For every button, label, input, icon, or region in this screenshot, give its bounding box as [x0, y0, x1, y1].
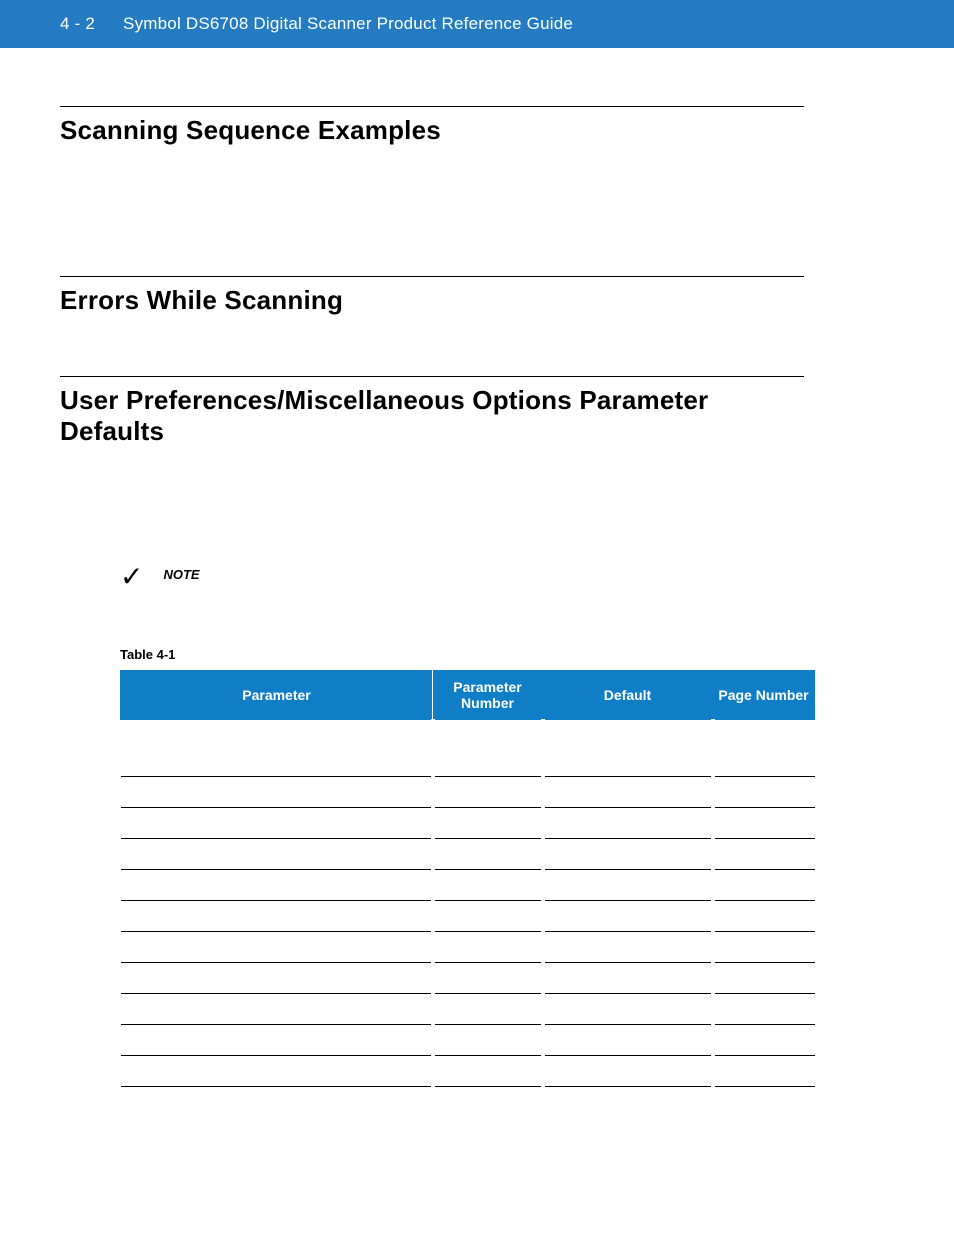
table-cell — [433, 1025, 543, 1056]
table-cell — [543, 1056, 713, 1087]
checkmark-icon: ✓ — [120, 567, 143, 587]
table-cell — [543, 994, 713, 1025]
table-cell — [121, 1025, 433, 1056]
table-cell — [713, 1025, 815, 1056]
page-header-bar: 4 - 2 Symbol DS6708 Digital Scanner Prod… — [0, 0, 954, 48]
table-cell — [543, 963, 713, 994]
table-cell — [713, 839, 815, 870]
table-row — [121, 746, 815, 777]
table-row — [121, 901, 815, 932]
note-label: NOTE — [163, 567, 199, 582]
table-cell — [543, 839, 713, 870]
table-cell — [121, 1056, 433, 1087]
table-cell — [543, 932, 713, 963]
table-row — [121, 1025, 815, 1056]
table-cell — [121, 777, 433, 808]
table-cell — [433, 901, 543, 932]
table-cell — [121, 746, 433, 777]
table-cell — [543, 901, 713, 932]
table-cell — [121, 808, 433, 839]
section-rule — [60, 276, 804, 277]
table-caption: Table 4-1 — [120, 647, 804, 662]
table-cell — [713, 901, 815, 932]
table-container: Table 4-1 Parameter Parameter Number Def… — [120, 647, 804, 1087]
table-cell — [121, 932, 433, 963]
table-cell — [713, 1056, 815, 1087]
page-number: 4 - 2 — [60, 14, 95, 34]
heading-scanning-sequence-examples: Scanning Sequence Examples — [60, 115, 804, 146]
table-cell — [713, 777, 815, 808]
section-rule — [60, 106, 804, 107]
table-cell — [713, 963, 815, 994]
table-cell — [713, 870, 815, 901]
col-header-parameter: Parameter — [121, 671, 433, 720]
table-cell — [543, 808, 713, 839]
table-cell — [433, 746, 543, 777]
table-row — [121, 994, 815, 1025]
table-cell — [433, 1056, 543, 1087]
table-header-row: Parameter Parameter Number Default Page … — [121, 671, 815, 720]
col-header-page-number: Page Number — [713, 671, 815, 720]
table-cell — [543, 720, 713, 746]
page-content: Scanning Sequence Examples Errors While … — [0, 106, 954, 1087]
table-cell — [543, 746, 713, 777]
table-row — [121, 932, 815, 963]
table-cell — [433, 777, 543, 808]
table-cell — [433, 963, 543, 994]
table-row — [121, 839, 815, 870]
table-row — [121, 963, 815, 994]
table-row — [121, 720, 815, 746]
table-cell — [121, 720, 433, 746]
col-header-default: Default — [543, 671, 713, 720]
table-cell — [433, 720, 543, 746]
table-row — [121, 870, 815, 901]
col-header-parameter-number: Parameter Number — [433, 671, 543, 720]
table-row — [121, 808, 815, 839]
note-callout: ✓ NOTE — [120, 567, 804, 587]
document-title: Symbol DS6708 Digital Scanner Product Re… — [123, 14, 573, 34]
heading-errors-while-scanning: Errors While Scanning — [60, 285, 804, 316]
table-cell — [433, 994, 543, 1025]
table-cell — [433, 932, 543, 963]
parameter-defaults-table: Parameter Parameter Number Default Page … — [120, 670, 815, 1087]
table-cell — [543, 1025, 713, 1056]
table-cell — [121, 870, 433, 901]
table-cell — [433, 808, 543, 839]
table-cell — [543, 870, 713, 901]
table-cell — [713, 720, 815, 746]
table-cell — [121, 963, 433, 994]
table-cell — [121, 839, 433, 870]
table-cell — [121, 901, 433, 932]
section-rule — [60, 376, 804, 377]
table-cell — [713, 994, 815, 1025]
table-cell — [433, 870, 543, 901]
table-cell — [433, 839, 543, 870]
table-cell — [121, 994, 433, 1025]
table-cell — [713, 932, 815, 963]
table-cell — [713, 746, 815, 777]
table-row — [121, 1056, 815, 1087]
spacer — [60, 316, 804, 376]
table-cell — [713, 808, 815, 839]
page-root: 4 - 2 Symbol DS6708 Digital Scanner Prod… — [0, 0, 954, 1235]
spacer — [60, 146, 804, 276]
table-cell — [543, 777, 713, 808]
heading-user-preferences-defaults: User Preferences/Miscellaneous Options P… — [60, 385, 804, 447]
table-row — [121, 777, 815, 808]
